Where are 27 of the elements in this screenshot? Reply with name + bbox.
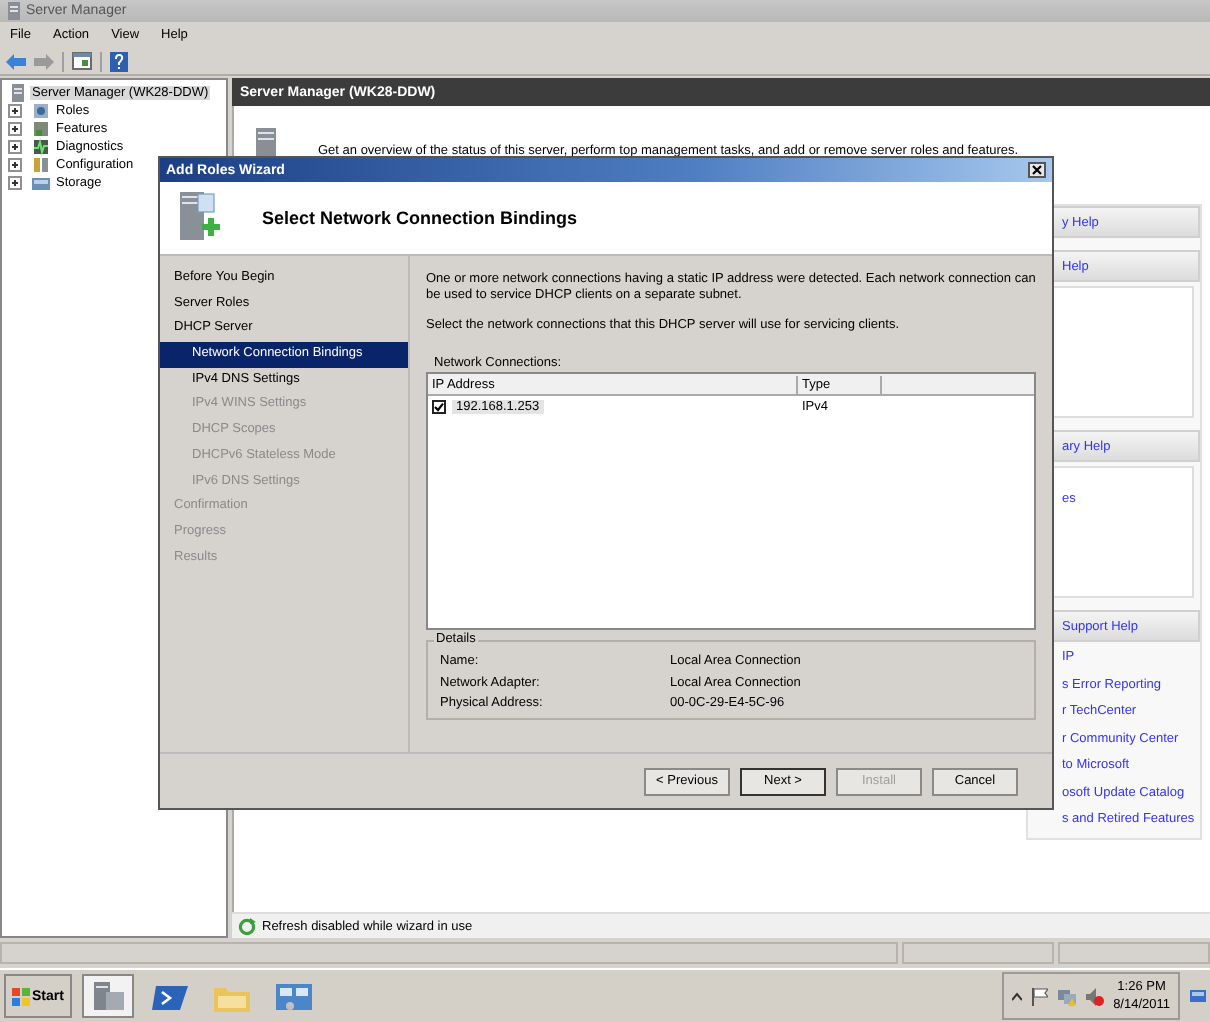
expander-icon[interactable] [8, 158, 22, 172]
help-icon[interactable] [110, 51, 128, 71]
storage-icon [32, 174, 50, 192]
console-tree-icon[interactable] [72, 52, 92, 70]
diagnostics-icon [32, 138, 50, 156]
chevron-up-icon[interactable] [1011, 991, 1022, 1001]
four-squares-icon [12, 987, 30, 1005]
flag-icon[interactable] [1031, 987, 1048, 1005]
server-add-icon [174, 190, 226, 246]
configuration-icon [32, 156, 50, 174]
dialog-heading: Select Network Connection Bindings [262, 208, 578, 228]
expander-icon[interactable] [8, 104, 22, 118]
server-icon [8, 84, 26, 102]
roles-icon [32, 102, 50, 120]
expander-icon[interactable] [8, 122, 22, 136]
taskbar-button[interactable] [81, 974, 134, 1018]
features-icon [32, 120, 50, 138]
speaker-muted-icon[interactable] [1085, 987, 1104, 1005]
close-icon[interactable] [1028, 162, 1046, 178]
refresh-icon [238, 917, 256, 935]
expander-icon[interactable] [8, 176, 22, 190]
server-icon [4, 2, 20, 20]
back-arrow-icon[interactable] [6, 53, 26, 69]
checkbox[interactable] [432, 399, 446, 413]
show-desktop-icon[interactable] [1190, 990, 1206, 1002]
expander-icon[interactable] [8, 140, 22, 154]
control-panel-icon [273, 979, 314, 1013]
